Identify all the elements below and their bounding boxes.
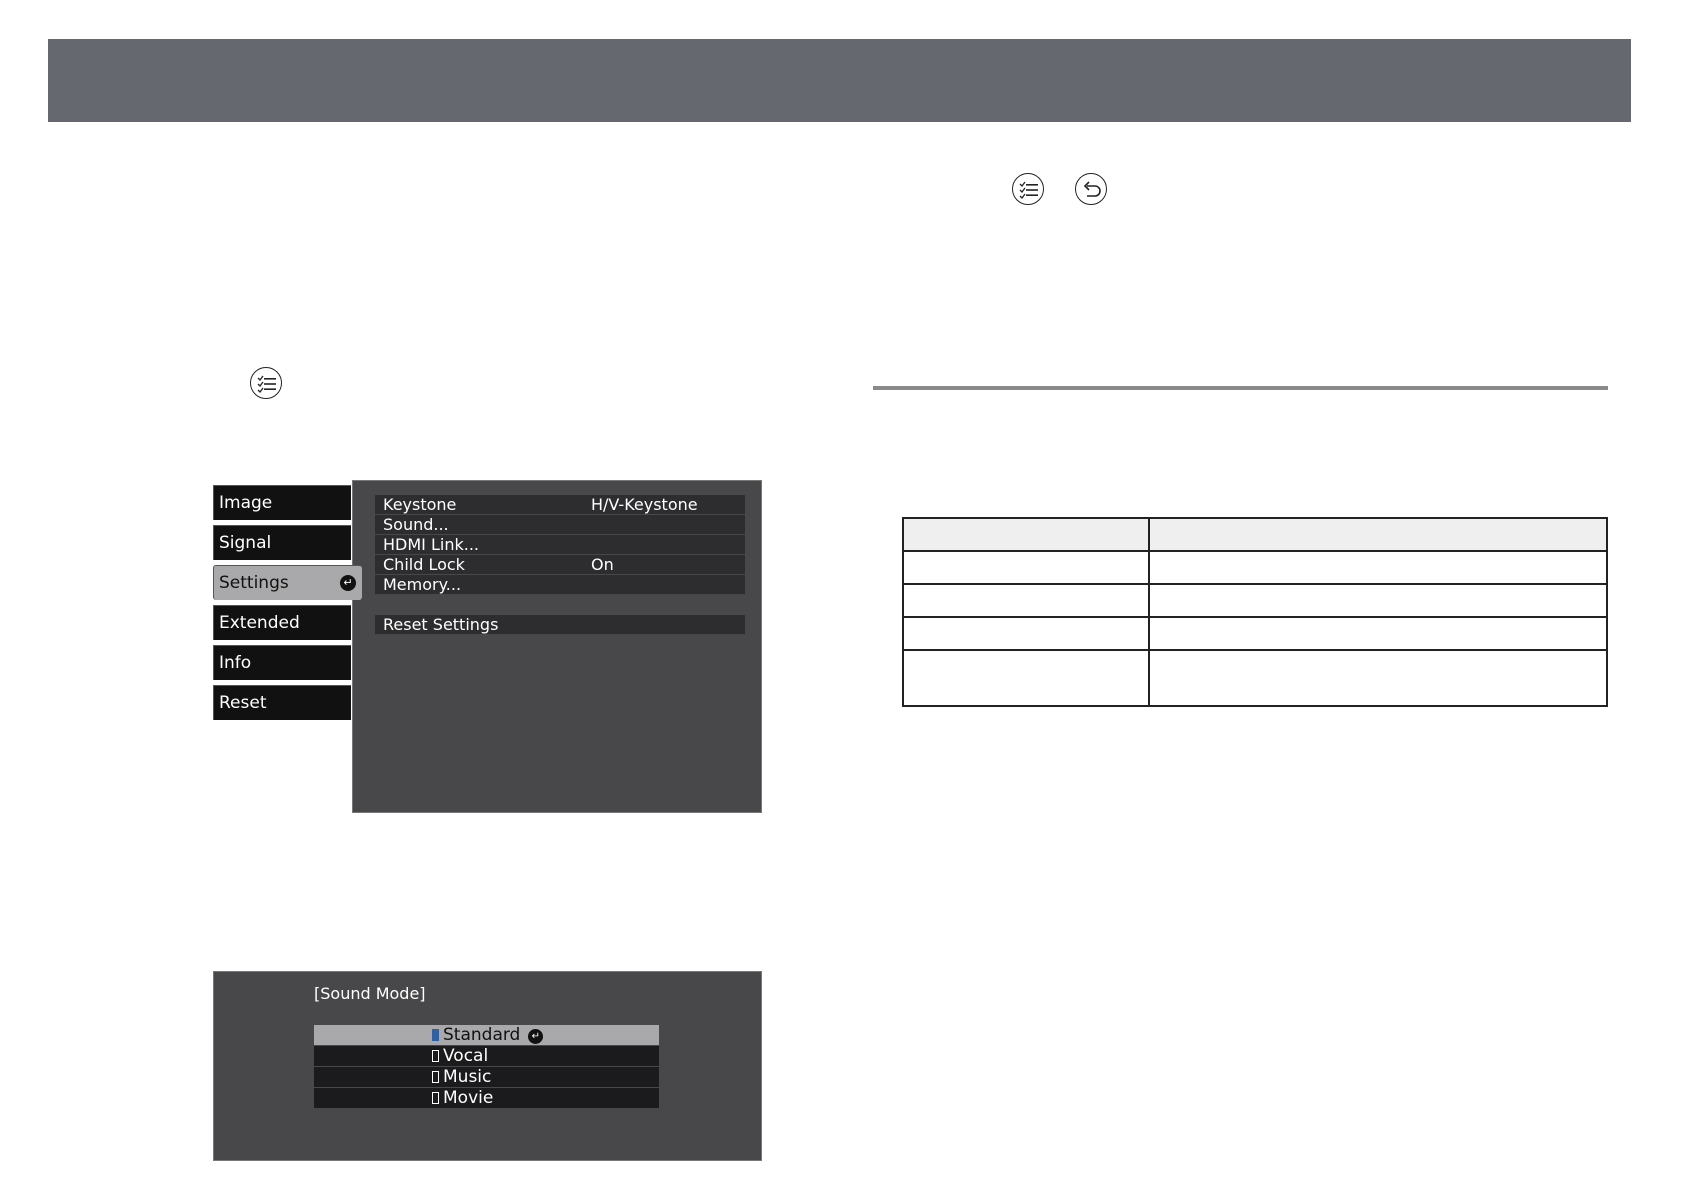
menu-row-child-lock[interactable]: Child Lock On — [375, 555, 745, 574]
table-cell — [1148, 649, 1608, 707]
settings-table — [902, 517, 1608, 707]
menu-row-value: H/V-Keystone — [591, 495, 698, 514]
menu-tab-label: Settings — [219, 573, 289, 593]
menu-tab-settings[interactable]: Settings ↵ — [213, 565, 362, 600]
settings-menu-screenshot: Keystone H/V-Keystone Sound... HDMI Link… — [213, 480, 762, 813]
sound-option-label: Movie — [443, 1088, 494, 1108]
sound-option-standard[interactable]: Standard ↵ — [314, 1025, 659, 1045]
back-arrow-icon — [1075, 173, 1107, 205]
table-row — [902, 616, 1608, 651]
menu-row-value: On — [591, 555, 614, 574]
table-header-row — [902, 517, 1608, 552]
sound-option-vocal[interactable]: Vocal — [314, 1046, 659, 1066]
menu-row-label: HDMI Link... — [383, 535, 479, 554]
sound-option-movie[interactable]: Movie — [314, 1088, 659, 1108]
menu-tab-info[interactable]: Info — [213, 645, 351, 680]
menu-tab-label: Image — [219, 493, 273, 513]
radio-unselected-icon — [432, 1050, 439, 1062]
menu-tab-label: Extended — [219, 613, 300, 633]
enter-icon: ↵ — [528, 1029, 544, 1044]
enter-icon: ↵ — [340, 575, 356, 591]
sound-option-label: Music — [443, 1067, 492, 1087]
table-cell — [902, 550, 1150, 585]
table-header-cell — [902, 517, 1150, 552]
table-cell — [902, 583, 1150, 618]
sound-mode-title: [Sound Mode] — [314, 984, 426, 1003]
menu-row-keystone[interactable]: Keystone H/V-Keystone — [375, 495, 745, 514]
sound-option-music[interactable]: Music — [314, 1067, 659, 1087]
section-divider — [873, 386, 1608, 390]
table-row — [902, 550, 1608, 585]
menu-row-hdmi-link[interactable]: HDMI Link... — [375, 535, 745, 554]
table-cell — [1148, 616, 1608, 651]
table-row — [902, 649, 1608, 707]
menu-tab-label: Signal — [219, 533, 272, 553]
sound-option-label: Standard — [443, 1025, 521, 1045]
table-cell — [1148, 550, 1608, 585]
page-header-bar — [48, 39, 1631, 122]
table-cell — [902, 649, 1150, 707]
table-cell — [1148, 583, 1608, 618]
menu-row-reset-settings[interactable]: Reset Settings — [375, 615, 745, 634]
menu-row-memory[interactable]: Memory... — [375, 575, 745, 594]
radio-unselected-icon — [432, 1071, 439, 1083]
table-cell — [902, 616, 1150, 651]
menu-row-sound[interactable]: Sound... — [375, 515, 745, 534]
settings-submenu-panel: Keystone H/V-Keystone Sound... HDMI Link… — [352, 480, 762, 813]
menu-tab-label: Reset — [219, 693, 267, 713]
menu-tab-image[interactable]: Image — [213, 485, 351, 520]
menu-tab-extended[interactable]: Extended — [213, 605, 351, 640]
menu-row-label: Memory... — [383, 575, 462, 594]
menu-row-label: Child Lock — [383, 555, 465, 574]
sound-option-label: Vocal — [443, 1046, 489, 1066]
table-header-cell — [1148, 517, 1608, 552]
menu-row-label: Sound... — [383, 515, 449, 534]
menu-tab-reset[interactable]: Reset — [213, 685, 351, 720]
table-row — [902, 583, 1608, 618]
radio-selected-icon — [432, 1029, 439, 1041]
radio-unselected-icon — [432, 1092, 439, 1104]
menu-list-icon — [1012, 173, 1044, 205]
menu-tab-signal[interactable]: Signal — [213, 525, 351, 560]
menu-row-label: Reset Settings — [383, 615, 499, 634]
sound-mode-screenshot: [Sound Mode] Standard ↵ Vocal Music Movie — [213, 971, 762, 1161]
menu-row-label: Keystone — [383, 495, 457, 514]
menu-list-icon — [250, 367, 282, 399]
menu-tab-label: Info — [219, 653, 252, 673]
